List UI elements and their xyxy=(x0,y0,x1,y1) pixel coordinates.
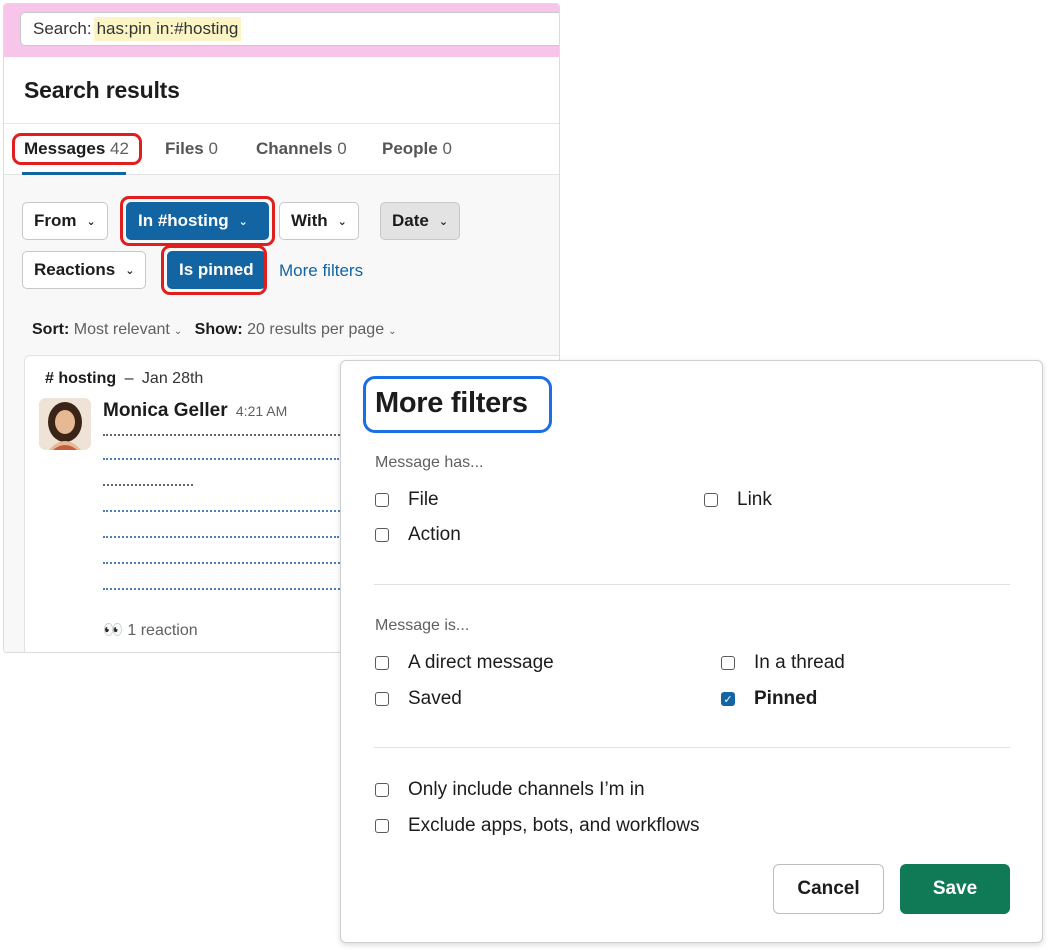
cancel-button[interactable]: Cancel xyxy=(773,864,884,914)
blurred-line xyxy=(103,562,343,568)
date-filter-button[interactable]: Date ⌄ xyxy=(380,202,461,240)
with-filter-button[interactable]: With ⌄ xyxy=(279,202,359,240)
more-filters-modal: More filters Message has... File Link Ac… xyxy=(340,360,1043,943)
exclude-apps-checkbox[interactable]: Exclude apps, bots, and workflows xyxy=(375,815,700,837)
show-dropdown[interactable]: 20 results per page ⌄ xyxy=(247,321,404,338)
chevron-down-icon: ⌄ xyxy=(388,326,397,337)
checkmark-icon[interactable]: ✓ xyxy=(721,692,735,706)
page-title: Search results xyxy=(24,77,180,103)
messages-tab-highlight xyxy=(12,133,142,165)
is-pinned-highlight xyxy=(161,245,267,295)
checkbox-icon[interactable] xyxy=(375,656,389,670)
chevron-down-icon: ⌄ xyxy=(86,215,96,228)
divider xyxy=(374,584,1010,585)
message-has-label: Message has... xyxy=(375,454,484,471)
checkbox-icon[interactable] xyxy=(704,493,718,507)
checkbox-icon[interactable] xyxy=(721,656,735,670)
blurred-line xyxy=(103,484,193,490)
direct-message-checkbox[interactable]: A direct message xyxy=(375,652,554,674)
message-date: Jan 28th xyxy=(141,370,204,387)
blurred-line xyxy=(103,434,343,440)
message-author[interactable]: Monica Geller 4:21 AM xyxy=(103,400,287,422)
tab-people[interactable]: People 0 xyxy=(382,139,452,159)
avatar[interactable] xyxy=(39,398,91,450)
tab-count: 0 xyxy=(442,139,452,158)
search-prefix: Search: xyxy=(33,19,92,38)
blurred-line xyxy=(103,588,343,594)
chevron-down-icon: ⌄ xyxy=(438,215,449,228)
more-filters-link[interactable]: More filters xyxy=(279,261,363,281)
message-is-label: Message is... xyxy=(375,617,470,634)
channel-name[interactable]: # hosting xyxy=(45,370,116,387)
reaction-count[interactable]: 👀 1 reaction xyxy=(103,620,198,640)
saved-checkbox[interactable]: Saved xyxy=(375,688,462,710)
chevron-down-icon: ⌄ xyxy=(125,264,135,277)
blurred-line xyxy=(103,510,343,516)
only-my-channels-checkbox[interactable]: Only include channels I’m in xyxy=(375,779,645,801)
save-button[interactable]: Save xyxy=(900,864,1010,914)
checkbox-icon[interactable] xyxy=(375,528,389,542)
tab-files[interactable]: Files 0 xyxy=(165,139,218,159)
action-checkbox[interactable]: Action xyxy=(375,524,461,546)
divider xyxy=(374,747,1010,748)
search-query: has:pin in:#hosting xyxy=(93,17,242,41)
checkbox-icon[interactable] xyxy=(375,692,389,706)
from-filter-button[interactable]: From ⌄ xyxy=(22,202,108,240)
sort-row: Sort: Most relevant ⌄ Show: 20 results pe… xyxy=(32,321,405,339)
search-input[interactable]: Search: has:pin in:#hosting xyxy=(20,12,559,46)
results-header: Search results xyxy=(4,57,559,124)
search-bar-area: Search: has:pin in:#hosting xyxy=(4,4,559,57)
tab-count: 0 xyxy=(337,139,347,158)
in-filter-highlight xyxy=(120,196,275,246)
checkbox-icon[interactable] xyxy=(375,783,389,797)
file-checkbox[interactable]: File xyxy=(375,489,439,511)
results-tabs: Messages 42 Files 0 Channels 0 People 0 xyxy=(4,124,559,175)
chevron-down-icon: ⌄ xyxy=(337,215,347,228)
checkbox-icon[interactable] xyxy=(375,819,389,833)
tab-count: 0 xyxy=(208,139,218,158)
message-channel-line: # hosting – Jan 28th xyxy=(45,370,204,387)
in-thread-checkbox[interactable]: In a thread xyxy=(721,652,845,674)
message-time: 4:21 AM xyxy=(235,403,288,419)
blurred-line xyxy=(103,458,339,464)
sort-dropdown[interactable]: Most relevant ⌄ xyxy=(74,321,190,338)
blurred-message-text xyxy=(103,428,353,598)
tab-channels[interactable]: Channels 0 xyxy=(256,139,347,159)
chevron-down-icon: ⌄ xyxy=(173,326,183,337)
reactions-filter-button[interactable]: Reactions ⌄ xyxy=(22,251,147,289)
blurred-line xyxy=(103,536,339,542)
link-checkbox[interactable]: Link xyxy=(704,489,772,511)
pinned-checkbox[interactable]: ✓ Pinned xyxy=(721,688,817,710)
checkbox-icon[interactable] xyxy=(375,493,389,507)
modal-title: More filters xyxy=(375,387,528,419)
